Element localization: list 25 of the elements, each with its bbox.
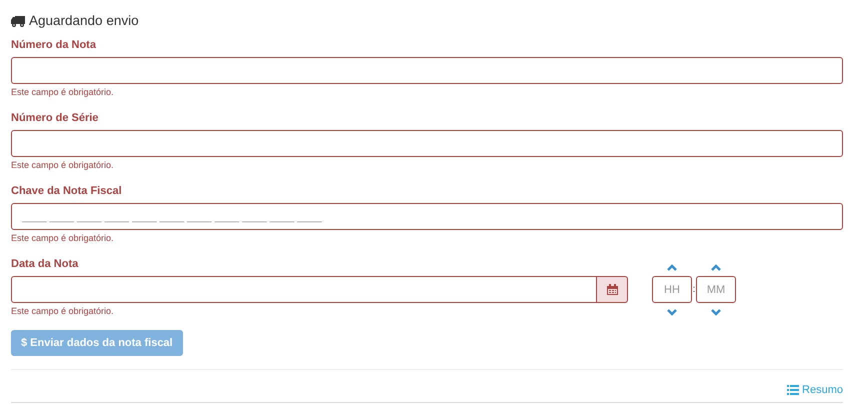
hours-field[interactable]: HH <box>652 276 692 303</box>
list-icon <box>787 385 800 395</box>
error-message: Este campo é obrigatório. <box>11 305 114 317</box>
date-field[interactable] <box>11 276 597 303</box>
field-label: Número da Nota <box>11 38 96 52</box>
summary-link[interactable]: Resumo <box>787 384 843 396</box>
field-label: Data da Nota <box>11 257 78 271</box>
text-field[interactable]: ____ ____ ____ ____ ____ ____ ____ ____ ____ ____ ____ <box>11 203 843 230</box>
chevron-down-icon <box>711 308 721 316</box>
text-field[interactable] <box>11 57 843 84</box>
minutes-field[interactable]: MM <box>696 276 736 303</box>
calendar-icon <box>606 284 618 295</box>
field-label: Número de Série <box>11 111 98 125</box>
section-title: Aguardando envio <box>29 13 139 29</box>
time-separator: : <box>693 283 695 297</box>
error-message: Este campo é obrigatório. <box>11 86 114 98</box>
chevron-up-icon <box>667 264 677 270</box>
error-message: Este campo é obrigatório. <box>11 232 114 244</box>
truck-icon <box>11 16 25 26</box>
field-label: Chave da Nota Fiscal <box>11 184 122 198</box>
chevron-down-icon <box>667 308 677 316</box>
error-message: Este campo é obrigatório. <box>11 159 114 171</box>
text-field[interactable] <box>11 130 843 157</box>
calendar-button[interactable] <box>597 276 628 303</box>
chevron-up-icon <box>711 264 721 270</box>
